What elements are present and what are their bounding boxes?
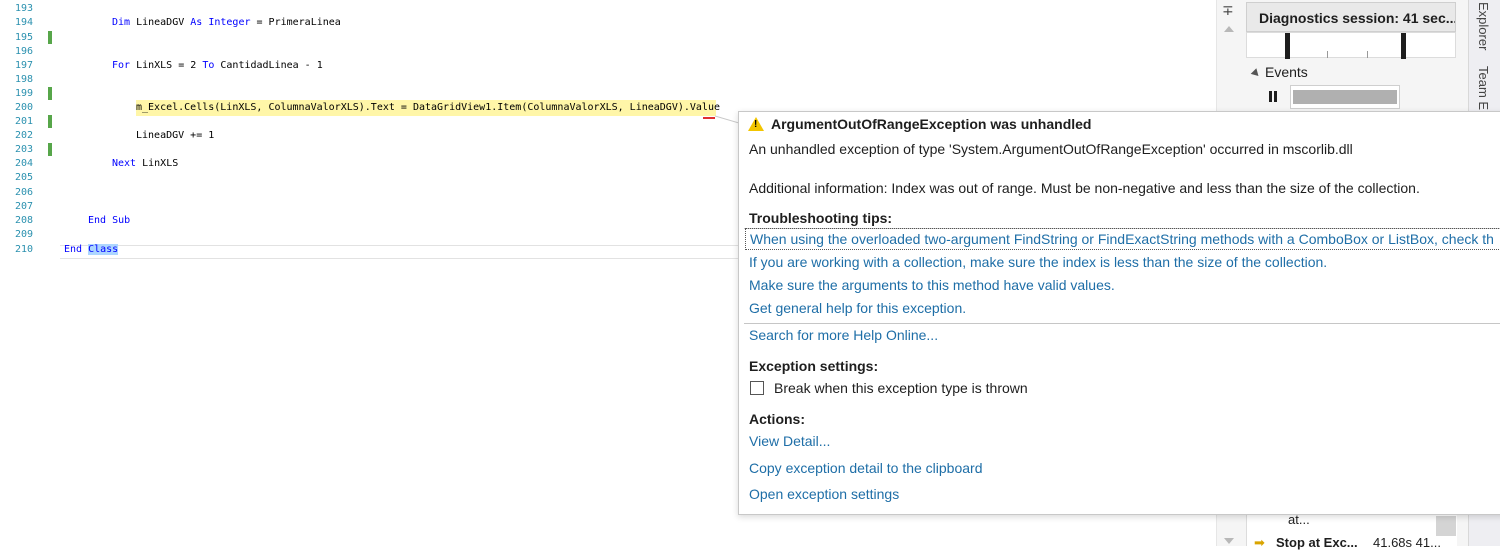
timeline-marker [1285,33,1290,59]
code-keyword: As [190,17,203,28]
timeline-marker [1401,33,1406,59]
code-keyword: To [202,60,215,71]
open-exception-settings-link[interactable]: Open exception settings [749,486,899,502]
tip-link[interactable]: If you are working with a collection, ma… [749,254,1327,270]
timeline-tick [1327,51,1328,58]
line-number: 208 [14,215,33,226]
code-keyword: Integer [202,17,251,28]
code-keyword: Next [112,158,137,169]
exception-title: ArgumentOutOfRangeException was unhandle… [771,116,1092,132]
view-detail-link[interactable]: View Detail... [749,433,830,449]
splitter-icon[interactable]: ∓ [1222,2,1234,19]
change-marker [48,143,52,156]
line-number: 196 [14,46,33,57]
break-when-thrown-checkbox[interactable] [750,381,764,395]
code-text: LineaDGV [130,17,191,28]
tab-team-explorer[interactable]: Team E [1476,66,1491,110]
line-number: 204 [14,158,33,169]
troubleshooting-header: Troubleshooting tips: [749,210,893,226]
line-number: 209 [14,229,33,240]
line-number: 197 [14,60,33,71]
tip-link[interactable]: When using the overloaded two-argument F… [750,231,1494,247]
line-number: 206 [14,187,33,198]
current-line-border [60,245,740,259]
search-online-link[interactable]: Search for more Help Online... [749,327,938,343]
code-text: LinXLS = 2 [130,60,203,71]
line-number: 207 [14,201,33,212]
events-track[interactable] [1290,85,1400,109]
code-text: = PrimeraLinea [250,17,341,28]
tip-link[interactable]: Make sure the arguments to this method h… [749,277,1115,293]
events-label: Events [1265,64,1308,80]
code-line-202[interactable]: LineaDGV += 1 [136,129,214,143]
diagnostics-timeline[interactable] [1246,32,1456,59]
line-number: 194 [14,17,33,28]
line-number: 202 [14,130,33,141]
change-marker [48,115,52,128]
line-number: 203 [14,144,33,155]
line-number: 199 [14,88,33,99]
copy-exception-detail-link[interactable]: Copy exception detail to the clipboard [749,460,982,476]
line-number: 201 [14,116,33,127]
collapse-triangle-icon [1250,68,1262,79]
scroll-down-arrow-icon[interactable] [1224,538,1234,544]
stop-at-exception-event[interactable]: Stop at Exc... [1276,535,1358,550]
selected-text: Class [88,244,119,255]
code-text: LineaDGV += 1 [136,130,215,141]
code-line-194[interactable]: Dim LineaDGV As Integer = PrimeraLinea [112,16,341,30]
tip-link[interactable]: Get general help for this exception. [749,300,966,316]
code-line-197[interactable]: For LinXLS = 2 To CantidadLinea - 1 [112,59,323,73]
exception-arrow-icon: ➡ [1254,535,1265,550]
timeline-tick [1367,51,1368,58]
line-number: 198 [14,74,33,85]
events-track-fill [1293,90,1397,104]
exception-additional-info: Additional information: Index was out of… [749,180,1420,196]
event-time: 41.68s 41... [1373,535,1441,550]
line-number: 205 [14,172,33,183]
code-text: LinXLS [136,158,179,169]
diagnostics-session-title: Diagnostics session: 41 sec... [1246,2,1456,32]
events-scrollbar-thumb[interactable] [1436,516,1456,536]
exception-settings-header: Exception settings: [749,358,879,374]
change-marker [48,87,52,100]
tab-solution-explorer[interactable]: Explorer [1476,2,1491,50]
warning-icon: ! [748,117,764,131]
code-keyword: Dim [112,17,131,28]
code-keyword: End [64,244,83,255]
code-text: m_Excel.Cells(LinXLS, ColumnaValorXLS).T… [136,102,720,113]
actions-header: Actions: [749,411,805,427]
break-when-thrown-label[interactable]: Break when this exception type is thrown [774,380,1028,396]
line-number: 193 [14,3,33,14]
line-number: 200 [14,102,33,113]
events-section-header[interactable]: Events [1250,64,1308,80]
code-line-200-current-statement[interactable]: m_Excel.Cells(LinXLS, ColumnaValorXLS).T… [136,101,720,115]
code-line-204[interactable]: Next LinXLS [112,157,178,171]
error-squiggle [703,115,715,119]
code-line-210[interactable]: End Class [64,243,119,257]
exception-message: An unhandled exception of type 'System.A… [749,141,1353,157]
scroll-up-arrow-icon[interactable] [1224,26,1234,32]
code-keyword: For [112,60,131,71]
code-text: CantidadLinea - 1 [214,60,323,71]
pause-icon[interactable] [1268,91,1278,102]
line-number: 195 [14,32,33,43]
change-marker [48,31,52,44]
popup-pointer [715,115,739,124]
code-line-208[interactable]: End Sub [88,214,130,228]
exception-helper-popup: ! ArgumentOutOfRangeException was unhand… [738,111,1500,515]
line-number: 210 [14,244,33,255]
